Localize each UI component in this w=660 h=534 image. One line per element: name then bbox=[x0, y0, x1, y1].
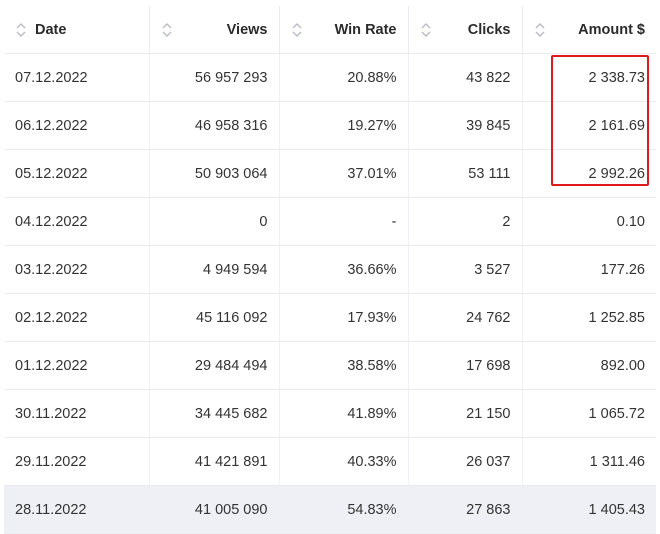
cell-views: 45 116 092 bbox=[149, 293, 280, 342]
column-header-clicks[interactable]: Clicks bbox=[408, 6, 523, 54]
table-row: 04.12.2022 0 - 2 0.10 bbox=[4, 197, 656, 246]
cell-views: 0 bbox=[149, 197, 280, 246]
cell-amount: 2 992.26 bbox=[522, 149, 656, 198]
cell-win-rate: 19.27% bbox=[279, 101, 409, 150]
column-header-amount[interactable]: Amount $ bbox=[522, 6, 656, 54]
cell-date: 06.12.2022 bbox=[4, 101, 150, 150]
cell-clicks: 39 845 bbox=[408, 101, 523, 150]
cell-date: 05.12.2022 bbox=[4, 149, 150, 198]
table-row: 29.11.2022 41 421 891 40.33% 26 037 1 31… bbox=[4, 437, 656, 486]
cell-win-rate: 54.83% bbox=[279, 485, 409, 534]
cell-date: 01.12.2022 bbox=[4, 341, 150, 390]
cell-date: 28.11.2022 bbox=[4, 485, 150, 534]
cell-views: 34 445 682 bbox=[149, 389, 280, 438]
table-row: 02.12.2022 45 116 092 17.93% 24 762 1 25… bbox=[4, 293, 656, 342]
cell-amount: 1 311.46 bbox=[522, 437, 656, 486]
cell-win-rate: 40.33% bbox=[279, 437, 409, 486]
cell-clicks: 21 150 bbox=[408, 389, 523, 438]
cell-views: 46 958 316 bbox=[149, 101, 280, 150]
table-header-row: Date Views Win Rate Clicks Amount $ bbox=[4, 6, 656, 54]
cell-date: 03.12.2022 bbox=[4, 245, 150, 294]
table-row: 06.12.2022 46 958 316 19.27% 39 845 2 16… bbox=[4, 101, 656, 150]
table-row: 01.12.2022 29 484 494 38.58% 17 698 892.… bbox=[4, 341, 656, 390]
cell-clicks: 26 037 bbox=[408, 437, 523, 486]
cell-views: 41 005 090 bbox=[149, 485, 280, 534]
table-row-hovered[interactable]: 28.11.2022 41 005 090 54.83% 27 863 1 40… bbox=[4, 485, 656, 534]
cell-amount: 0.10 bbox=[522, 197, 656, 246]
column-header-label: Win Rate bbox=[334, 21, 397, 38]
cell-clicks: 43 822 bbox=[408, 53, 523, 102]
sort-updown-icon[interactable] bbox=[420, 20, 432, 40]
column-header-views[interactable]: Views bbox=[149, 6, 280, 54]
cell-views: 29 484 494 bbox=[149, 341, 280, 390]
cell-amount: 892.00 bbox=[522, 341, 656, 390]
table-row: 30.11.2022 34 445 682 41.89% 21 150 1 06… bbox=[4, 389, 656, 438]
cell-views: 4 949 594 bbox=[149, 245, 280, 294]
sort-updown-icon[interactable] bbox=[15, 20, 27, 40]
cell-amount: 2 161.69 bbox=[522, 101, 656, 150]
cell-clicks: 3 527 bbox=[408, 245, 523, 294]
cell-date: 07.12.2022 bbox=[4, 53, 150, 102]
cell-win-rate: 37.01% bbox=[279, 149, 409, 198]
cell-clicks: 24 762 bbox=[408, 293, 523, 342]
table-row: 03.12.2022 4 949 594 36.66% 3 527 177.26 bbox=[4, 245, 656, 294]
cell-clicks: 27 863 bbox=[408, 485, 523, 534]
sort-updown-icon[interactable] bbox=[161, 20, 173, 40]
cell-win-rate: 36.66% bbox=[279, 245, 409, 294]
cell-date: 29.11.2022 bbox=[4, 437, 150, 486]
table-row: 07.12.2022 56 957 293 20.88% 43 822 2 33… bbox=[4, 53, 656, 102]
cell-amount: 1 252.85 bbox=[522, 293, 656, 342]
column-header-label: Clicks bbox=[467, 21, 511, 38]
cell-amount: 177.26 bbox=[522, 245, 656, 294]
cell-win-rate: 41.89% bbox=[279, 389, 409, 438]
column-header-date[interactable]: Date bbox=[4, 6, 150, 54]
column-header-label: Date bbox=[35, 21, 67, 38]
cell-amount: 1 065.72 bbox=[522, 389, 656, 438]
cell-win-rate: 38.58% bbox=[279, 341, 409, 390]
stats-table: Date Views Win Rate Clicks Amount $ 07.1… bbox=[4, 6, 656, 534]
cell-date: 04.12.2022 bbox=[4, 197, 150, 246]
column-header-label: Amount $ bbox=[578, 21, 645, 38]
cell-win-rate: - bbox=[279, 197, 409, 246]
cell-clicks: 53 111 bbox=[408, 149, 523, 198]
cell-win-rate: 17.93% bbox=[279, 293, 409, 342]
data-table-container: Date Views Win Rate Clicks Amount $ 07.1… bbox=[4, 6, 656, 534]
column-header-label: Views bbox=[226, 21, 268, 38]
cell-clicks: 2 bbox=[408, 197, 523, 246]
cell-amount: 2 338.73 bbox=[522, 53, 656, 102]
sort-updown-icon[interactable] bbox=[534, 20, 546, 40]
cell-clicks: 17 698 bbox=[408, 341, 523, 390]
cell-views: 50 903 064 bbox=[149, 149, 280, 198]
cell-views: 56 957 293 bbox=[149, 53, 280, 102]
column-header-win-rate[interactable]: Win Rate bbox=[279, 6, 409, 54]
cell-amount: 1 405.43 bbox=[522, 485, 656, 534]
sort-updown-icon[interactable] bbox=[291, 20, 303, 40]
cell-views: 41 421 891 bbox=[149, 437, 280, 486]
cell-date: 30.11.2022 bbox=[4, 389, 150, 438]
table-row: 05.12.2022 50 903 064 37.01% 53 111 2 99… bbox=[4, 149, 656, 198]
cell-date: 02.12.2022 bbox=[4, 293, 150, 342]
cell-win-rate: 20.88% bbox=[279, 53, 409, 102]
